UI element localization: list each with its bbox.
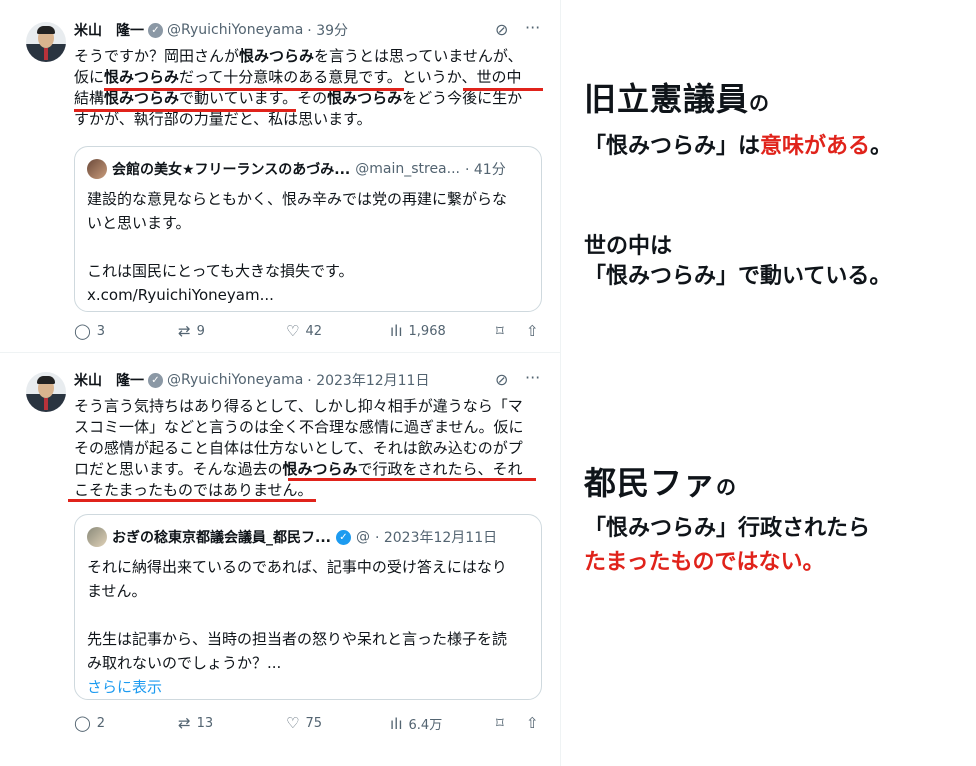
tweet-line: その感情が起ること自体は仕方ないとして、それは飲み込むのがプ <box>74 439 523 457</box>
views-button[interactable]: ılı 1,968 <box>390 322 446 340</box>
quoted-tweet[interactable]: 会館の美女★フリーランスのあづみ... @main_strea... · 41分… <box>74 146 542 312</box>
retweet-icon: ⇄ <box>178 714 191 732</box>
like-button[interactable]: ♡ 42 <box>286 322 322 340</box>
bookmark-button[interactable]: ⌑ <box>496 322 504 340</box>
bookmark-button[interactable]: ⌑ <box>496 714 504 732</box>
heart-icon: ♡ <box>286 322 300 340</box>
tweet-header: 米山 隆一 ✓ @RyuichiYoneyama · 2023年12月11日 <box>74 370 429 390</box>
grok-icon[interactable]: ⊘ <box>495 20 508 39</box>
quote-handle: @main_strea... <box>355 161 460 177</box>
tweet-line: 結構恨みつらみで動いています。その恨みつらみをどう今後に生か <box>74 89 523 107</box>
caption-line-3b: たまったものではない。 <box>584 550 825 575</box>
caption-line-2a: 世の中は <box>584 234 673 259</box>
views-icon: ılı <box>390 714 403 733</box>
views-button[interactable]: ılı 6.4万 <box>390 714 442 734</box>
quote-link[interactable]: x.com/RyuichiYoneyam... <box>87 283 531 307</box>
share-icon: ⇧ <box>526 322 539 340</box>
tweet-line: こそたまったものではありません。 <box>74 481 313 499</box>
show-more-link[interactable]: さらに表示 <box>87 675 531 699</box>
reply-button[interactable]: ◯ 3 <box>74 322 105 340</box>
caption-line-3a: 「恨みつらみ」行政されたら <box>584 516 871 541</box>
caption-line-2b: 「恨みつらみ」で動いている。 <box>584 264 892 289</box>
quoted-tweet[interactable]: おぎの稔東京都議会議員_都民フ... ✓ @ · 2023年12月11日 それに… <box>74 514 542 700</box>
tweet-header: 米山 隆一 ✓ @RyuichiYoneyama · 39分 <box>74 20 348 40</box>
action-bar: ◯ 3 ⇄ 9 ♡ 42 ılı 1,968 ⌑ ⇧ <box>74 322 544 342</box>
quote-display-name: おぎの稔東京都議会議員_都民フ... <box>112 530 331 546</box>
heart-icon: ♡ <box>286 714 300 732</box>
quote-timestamp: · 2023年12月11日 <box>374 530 498 546</box>
more-icon[interactable]: ··· <box>525 368 540 387</box>
avatar[interactable] <box>26 22 66 62</box>
quote-header: おぎの稔東京都議会議員_都民フ... ✓ @ · 2023年12月11日 <box>87 527 497 547</box>
tweet-line: スコミ一体」などと言うのは全く不合理な感情に過ぎません。仮に <box>74 418 524 436</box>
red-underline <box>68 499 316 502</box>
avatar <box>87 527 107 547</box>
display-name[interactable]: 米山 隆一 <box>74 20 144 40</box>
timestamp[interactable]: · 39分 <box>307 20 348 40</box>
grok-icon[interactable]: ⊘ <box>495 370 508 389</box>
share-icon: ⇧ <box>526 714 539 732</box>
quote-handle: @ <box>355 529 370 545</box>
reply-button[interactable]: ◯ 2 <box>74 714 105 732</box>
verified-badge-icon: ✓ <box>148 372 163 388</box>
quote-timestamp: · 41分 <box>465 162 506 178</box>
retweet-icon: ⇄ <box>178 322 191 340</box>
tweet-line: すかが、執行部の力量だと、私は思います。 <box>74 110 372 128</box>
tweet-line: そう言う気持ちはあり得るとして、しかし抑々相手が違うなら「マ <box>74 397 523 415</box>
caption-title-3: 都民ファの <box>584 464 737 502</box>
reply-icon: ◯ <box>74 322 91 340</box>
handle[interactable]: @RyuichiYoneyama <box>167 372 303 388</box>
bookmark-icon: ⌑ <box>496 322 504 340</box>
more-icon[interactable]: ··· <box>525 18 540 37</box>
avatar[interactable] <box>26 372 66 412</box>
red-underline <box>463 88 543 91</box>
verified-badge-icon: ✓ <box>335 529 351 545</box>
caption-title-1: 旧立憲議員の <box>584 80 770 118</box>
tweet-text: そう言う気持ちはあり得るとして、しかし抑々相手が違うなら「マ スコミ一体」などと… <box>74 396 544 501</box>
tweet[interactable]: 米山 隆一 ✓ @RyuichiYoneyama · 2023年12月11日 ⊘… <box>0 352 560 766</box>
avatar <box>87 159 107 179</box>
timestamp[interactable]: · 2023年12月11日 <box>307 370 429 390</box>
tweet[interactable]: 米山 隆一 ✓ @RyuichiYoneyama · 39分 ⊘ ··· そうで… <box>0 0 560 353</box>
retweet-button[interactable]: ⇄ 13 <box>178 714 213 732</box>
quote-text: 建設的な意見ならともかく、恨み辛みでは党の再建に繋がらな いと思います。 これは… <box>87 187 531 307</box>
timeline: 米山 隆一 ✓ @RyuichiYoneyama · 39分 ⊘ ··· そうで… <box>0 0 561 766</box>
quote-text: それに納得出来ているのであれば、記事中の受け答えにはなり ません。 先生は記事か… <box>87 555 531 699</box>
views-icon: ılı <box>390 322 403 340</box>
verified-badge-icon: ✓ <box>148 22 163 38</box>
tweet-line: 仮に恨みつらみだって十分意味のある意見です。というか、世の中 <box>74 68 522 86</box>
share-button[interactable]: ⇧ <box>526 322 539 340</box>
share-button[interactable]: ⇧ <box>526 714 539 732</box>
bookmark-icon: ⌑ <box>496 714 504 732</box>
reply-icon: ◯ <box>74 714 91 732</box>
action-bar: ◯ 2 ⇄ 13 ♡ 75 ılı 6.4万 ⌑ ⇧ <box>74 714 544 734</box>
quote-header: 会館の美女★フリーランスのあづみ... @main_strea... · 41分 <box>87 159 506 179</box>
red-underline <box>74 109 296 112</box>
display-name[interactable]: 米山 隆一 <box>74 370 144 390</box>
red-underline <box>288 478 536 481</box>
handle[interactable]: @RyuichiYoneyama <box>167 22 303 38</box>
quote-display-name: 会館の美女★フリーランスのあづみ... <box>112 162 351 178</box>
like-button[interactable]: ♡ 75 <box>286 714 322 732</box>
tweet-line: そうですか？岡田さんが恨みつらみを言うとは思っていませんが、 <box>74 47 523 65</box>
retweet-button[interactable]: ⇄ 9 <box>178 322 205 340</box>
tweet-line: ロだと思います。そんな過去の恨みつらみで行政をされたら、それ <box>74 460 523 478</box>
red-underline <box>104 88 404 91</box>
caption-line-1: 「恨みつらみ」は意味がある。 <box>584 134 893 159</box>
